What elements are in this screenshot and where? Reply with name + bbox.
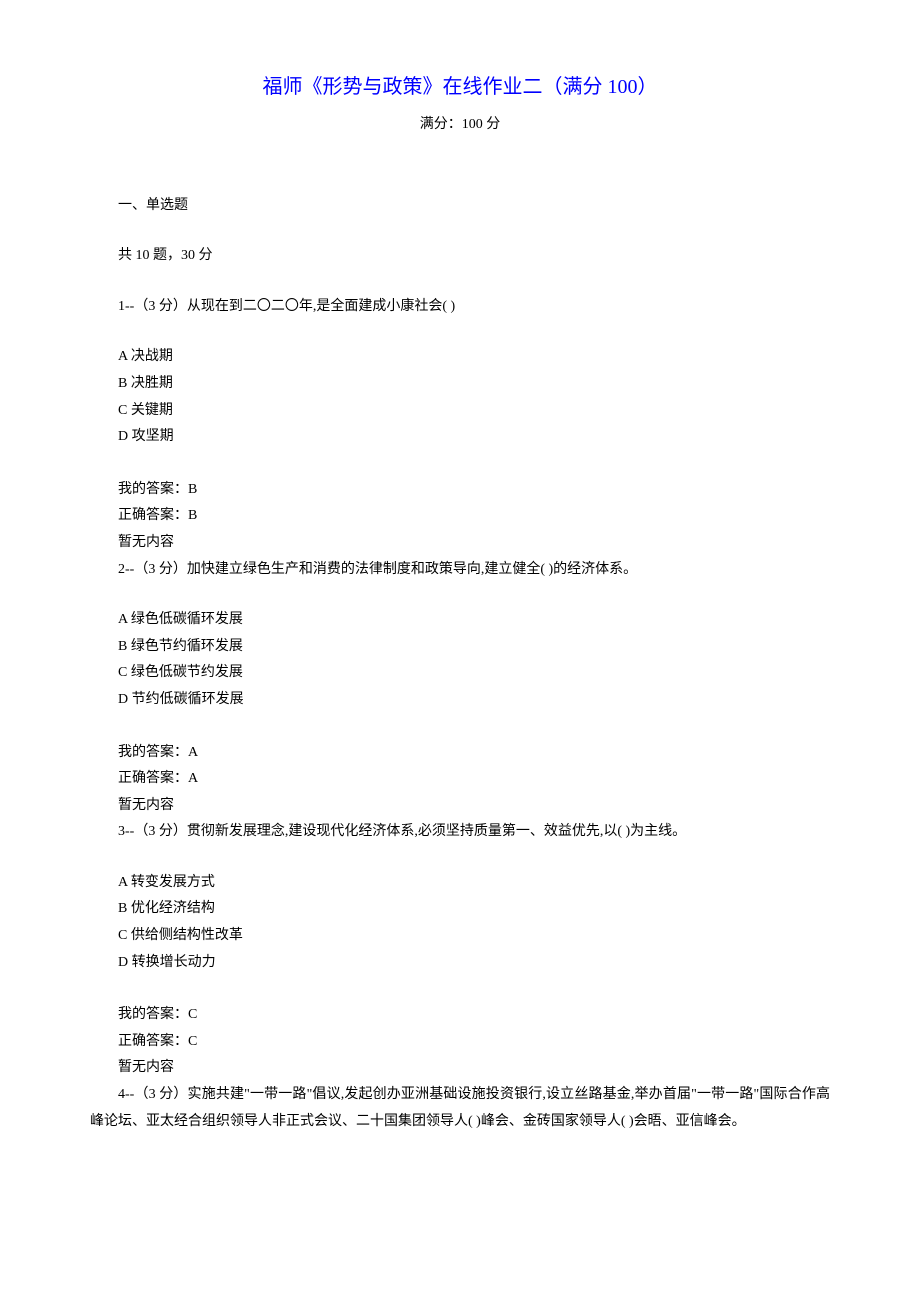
spacer — [90, 846, 830, 870]
q3-option-d: D 转换增长动力 — [90, 950, 830, 977]
q2-stem: 2--（3 分）加快建立绿色生产和消费的法律制度和政策导向,建立健全( )的经济… — [90, 557, 830, 584]
q1-option-b: B 决胜期 — [90, 371, 830, 398]
q3-my-answer: 我的答案：C — [90, 1002, 830, 1029]
q2-answers: 我的答案：A 正确答案：A 暂无内容 — [90, 740, 830, 820]
q3-option-c: C 供给侧结构性改革 — [90, 923, 830, 950]
section-header: 一、单选题 — [90, 193, 830, 220]
q1-option-c: C 关键期 — [90, 398, 830, 425]
q2-option-c: C 绿色低碳节约发展 — [90, 660, 830, 687]
spacer — [90, 583, 830, 607]
q1-options: A 决战期 B 决胜期 C 关键期 D 攻坚期 — [90, 344, 830, 450]
q4-stem: 4--（3 分）实施共建"一带一路"倡议,发起创办亚洲基础设施投资银行,设立丝路… — [90, 1082, 830, 1135]
q3-stem: 3--（3 分）贯彻新发展理念,建设现代化经济体系,必须坚持质量第一、效益优先,… — [90, 819, 830, 846]
q1-answers: 我的答案：B 正确答案：B 暂无内容 — [90, 477, 830, 557]
section-sub: 共 10 题，30 分 — [90, 243, 830, 270]
q1-stem: 1--（3 分）从现在到二〇二〇年,是全面建成小康社会( ) — [90, 294, 830, 321]
q2-option-b: B 绿色节约循环发展 — [90, 634, 830, 661]
q3-option-b: B 优化经济结构 — [90, 896, 830, 923]
q1-my-answer: 我的答案：B — [90, 477, 830, 504]
q1-note: 暂无内容 — [90, 530, 830, 557]
q1-option-a: A 决战期 — [90, 344, 830, 371]
q3-correct-answer: 正确答案：C — [90, 1029, 830, 1056]
q1-option-d: D 攻坚期 — [90, 424, 830, 451]
q2-my-answer: 我的答案：A — [90, 740, 830, 767]
page-subtitle: 满分：100 分 — [90, 112, 830, 139]
q2-option-d: D 节约低碳循环发展 — [90, 687, 830, 714]
q2-option-a: A 绿色低碳循环发展 — [90, 607, 830, 634]
page-title: 福师《形势与政策》在线作业二（满分 100） — [90, 68, 830, 106]
q1-correct-answer: 正确答案：B — [90, 503, 830, 530]
q3-note: 暂无内容 — [90, 1055, 830, 1082]
q2-options: A 绿色低碳循环发展 B 绿色节约循环发展 C 绿色低碳节约发展 D 节约低碳循… — [90, 607, 830, 713]
q2-note: 暂无内容 — [90, 793, 830, 820]
q3-option-a: A 转变发展方式 — [90, 870, 830, 897]
q3-options: A 转变发展方式 B 优化经济结构 C 供给侧结构性改革 D 转换增长动力 — [90, 870, 830, 976]
q2-correct-answer: 正确答案：A — [90, 766, 830, 793]
q4-text: 4--（3 分）实施共建"一带一路"倡议,发起创办亚洲基础设施投资银行,设立丝路… — [90, 1082, 830, 1135]
q3-answers: 我的答案：C 正确答案：C 暂无内容 — [90, 1002, 830, 1082]
